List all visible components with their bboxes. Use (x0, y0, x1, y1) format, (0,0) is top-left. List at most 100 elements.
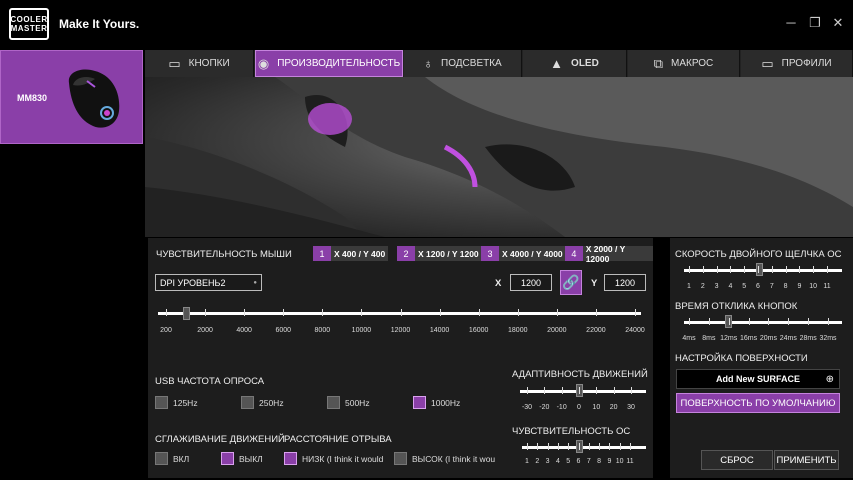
scale-tick (557, 443, 559, 450)
scale-label: 16000 (468, 327, 489, 334)
tab-label: МАКРОС (671, 58, 714, 69)
scale-tick (609, 443, 611, 450)
scale-label: 20ms (759, 335, 777, 342)
plus-circle-icon: ⊕ (825, 373, 834, 385)
scale-tick (813, 266, 815, 273)
adaptive-slider-track[interactable] (520, 390, 646, 393)
dpi-level-number: 3 (481, 246, 499, 261)
tab-macro[interactable]: ⧉ МАКРОС (628, 50, 740, 77)
performance-icon: ◉ (257, 55, 270, 71)
macro-icon: ⧉ (653, 55, 663, 71)
lift-off-title: РАССТОЯНИЕ ОТРЫВА (284, 434, 392, 445)
polling-125-checkbox[interactable] (155, 396, 168, 409)
device-card-mm830[interactable]: MM830 (0, 50, 143, 144)
minimize-button[interactable]: ─ (784, 16, 798, 30)
polling-250-checkbox[interactable] (241, 396, 254, 409)
dpi-level-2-button[interactable]: 2 X 1200 / Y 1200 (397, 246, 482, 261)
dpi-level-value: X 2000 / Y 12000 (582, 244, 653, 264)
dpi-level-select-value: DPI УРОВЕНЬ2 (160, 277, 226, 288)
scale-tick (613, 387, 615, 394)
scale-label: 24ms (779, 335, 797, 342)
tab-performance[interactable]: ◉ ПРОИЗВОДИТЕЛЬНОСТЬ (255, 50, 403, 77)
scale-tick (205, 309, 207, 316)
tab-buttons[interactable]: ▭ КНОПКИ (145, 50, 254, 77)
angle-off-checkbox[interactable] (221, 452, 234, 465)
scale-tick (556, 309, 558, 316)
dpi-level-3-button[interactable]: 3 X 4000 / Y 4000 (481, 246, 566, 261)
scale-label: 8000 (314, 327, 331, 334)
right-settings-panel: СКОРОСТЬ ДВОЙНОГО ЩЕЛЧКА ОС ВРЕМЯ ОТКЛИК… (670, 238, 853, 478)
adaptive-title: АДАПТИВНОСТЬ ДВИЖЕНИЙ (512, 369, 648, 380)
scale-label: 20000 (547, 327, 567, 334)
scale-tick (527, 443, 528, 450)
add-surface-button[interactable]: Add New SURFACE ⊕ (676, 369, 840, 389)
dpi-y-input[interactable]: 1200 (604, 274, 646, 291)
scale-tick (478, 309, 480, 316)
scale-tick (579, 387, 580, 394)
maximize-button[interactable]: ❐ (808, 16, 822, 30)
dpi-x-input[interactable]: 1200 (510, 274, 552, 291)
tab-lighting[interactable]: ♁ ПОДСВЕТКА (404, 50, 522, 77)
scale-label: 2000 (197, 327, 213, 334)
scale-label: 11 (823, 283, 831, 290)
dpi-level-select[interactable]: DPI УРОВЕНЬ2 ● (155, 274, 262, 291)
scale-tick (588, 443, 590, 450)
dpi-level-4-button[interactable]: 4 X 2000 / Y 12000 (565, 244, 653, 264)
dpi-level-value: X 400 / Y 400 (331, 246, 389, 261)
tab-label: КНОПКИ (188, 58, 230, 69)
add-surface-label: Add New SURFACE (715, 374, 800, 384)
scale-tick (439, 309, 441, 316)
os-sensitivity-slider-track[interactable] (522, 446, 646, 449)
scale-label: 22000 (586, 327, 606, 334)
scale-tick (595, 309, 597, 316)
scale-tick (578, 443, 580, 450)
reset-button[interactable]: СБРОС (701, 450, 773, 470)
tab-label: ПРОИЗВОДИТЕЛЬНОСТЬ (277, 58, 401, 69)
scale-tick (771, 266, 773, 273)
tagline: Make It Yours. (59, 17, 140, 31)
scale-label: 12ms (720, 335, 738, 342)
scale-label: 24000 (625, 327, 645, 334)
scale-label: 8ms (702, 335, 716, 342)
x-label: X (495, 278, 502, 289)
scale-tick (527, 387, 528, 394)
dpi-slider-handle[interactable] (183, 307, 190, 320)
scale-label: 30 (627, 404, 635, 411)
scale-tick (596, 387, 598, 394)
dpi-slider-track[interactable] (158, 312, 641, 315)
polling-1000-label: 1000Hz (431, 398, 461, 408)
polling-500-checkbox[interactable] (327, 396, 340, 409)
mouse-hero-image (145, 77, 853, 237)
scale-tick (730, 266, 732, 273)
sensitivity-title: ЧУВСТВИТЕЛЬНОСТЬ МЫШИ (156, 249, 292, 260)
lod-high-checkbox[interactable] (394, 452, 407, 465)
double-click-slider-track[interactable] (684, 269, 842, 272)
os-sensitivity-slider-handle[interactable] (576, 440, 583, 453)
dpi-level-number: 1 (313, 246, 331, 261)
dpi-level-1-button[interactable]: 1 X 400 / Y 400 (313, 246, 389, 261)
close-button[interactable]: ✕ (831, 16, 845, 30)
angle-on-checkbox[interactable] (155, 452, 168, 465)
mouse-thumbnail-icon (68, 69, 120, 128)
tab-label: ПОДСВЕТКА (441, 58, 502, 69)
tab-oled[interactable]: ▲ OLED (523, 50, 627, 77)
lod-low-checkbox[interactable] (284, 452, 297, 465)
scale-tick (702, 266, 704, 273)
scale-label: 10000 (351, 327, 372, 334)
polling-1000-checkbox[interactable] (413, 396, 426, 409)
link-xy-icon[interactable]: 🔗 (560, 270, 582, 295)
default-surface-button[interactable]: ПОВЕРХНОСТЬ ПО УМОЛЧАНИЮ (676, 393, 840, 413)
surface-title: НАСТРОЙКА ПОВЕРХНОСТИ (675, 353, 808, 364)
apply-button[interactable]: ПРИМЕНИТЬ (774, 450, 839, 470)
app-window: COOLER MASTER Make It Yours. ─ ❐ ✕ MM830… (0, 0, 853, 480)
scale-tick (166, 309, 167, 316)
profile-icon: ▭ (761, 55, 774, 71)
scale-tick (361, 309, 363, 316)
scale-tick (547, 443, 549, 450)
angle-off-label: ВЫКЛ (239, 454, 263, 464)
tab-profiles[interactable]: ▭ ПРОФИЛИ (741, 50, 853, 77)
scale-tick (635, 309, 636, 316)
response-slider-track[interactable] (684, 321, 842, 324)
scale-tick (785, 266, 787, 273)
scale-tick (828, 318, 829, 325)
